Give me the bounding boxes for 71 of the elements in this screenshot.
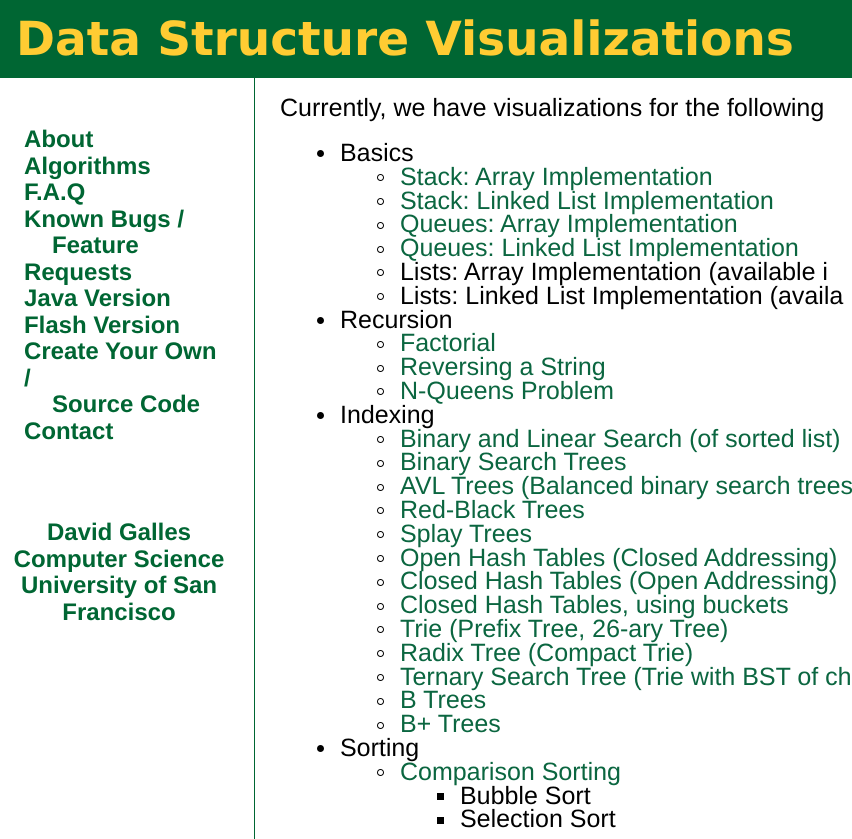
- visualization-link[interactable]: B Trees: [400, 689, 486, 714]
- circle-bullet-icon: [377, 222, 384, 229]
- university-text: University of San Francisco: [20, 573, 218, 626]
- visualization-link[interactable]: Open Hash Tables (Closed Addressing): [400, 546, 838, 570]
- circle-bullet-icon: [377, 674, 384, 681]
- intro-text: Currently, we have visualizations for the following: [280, 94, 826, 122]
- nav-link[interactable]: Java Version: [24, 286, 171, 312]
- visualization-link[interactable]: Ternary Search Tree (Trie with BST of chi: [400, 666, 852, 690]
- circle-bullet-icon: [377, 174, 384, 182]
- square-bullet-icon: [437, 792, 444, 800]
- nav-link[interactable]: Contact: [24, 418, 114, 445]
- nav-link[interactable]: Algorithms: [24, 154, 151, 180]
- list-item-text: Lists: Linked List Implementation (availa: [400, 284, 844, 309]
- visualization-link[interactable]: Radix Tree (Compact Trie): [400, 642, 694, 666]
- list-item-text: Bubble Sort: [460, 784, 591, 808]
- page-title: Data Structure Visualizations: [16, 16, 794, 62]
- visualization-link[interactable]: Stack: Linked List Implementation: [400, 190, 774, 214]
- nav-link[interactable]: Create Your Own / Source Code: [24, 339, 225, 418]
- nav-link[interactable]: Known Bugs / Feature Requests: [24, 206, 225, 286]
- circle-bullet-icon: [377, 388, 384, 396]
- circle-bullet-icon: [377, 364, 384, 372]
- disc-bullet-icon: [317, 412, 324, 420]
- visualization-link[interactable]: Factorial: [400, 332, 496, 356]
- circle-bullet-icon: [377, 650, 384, 658]
- square-bullet-icon: [437, 816, 444, 824]
- circle-bullet-icon: [377, 507, 384, 514]
- visualization-link[interactable]: Binary Search Trees: [400, 451, 626, 476]
- category-label: Basics: [340, 142, 414, 166]
- circle-bullet-icon: [377, 698, 384, 705]
- circle-bullet-icon: [377, 722, 384, 729]
- category-label: Indexing: [340, 404, 435, 428]
- visualization-link[interactable]: Trie (Prefix Tree, 26-ary Tree): [400, 618, 728, 642]
- circle-bullet-icon: [377, 554, 384, 562]
- circle-bullet-icon: [377, 246, 384, 253]
- visualization-link[interactable]: Queues: Array Implementation: [400, 213, 738, 238]
- circle-bullet-icon: [377, 460, 384, 467]
- circle-bullet-icon: [377, 198, 384, 205]
- circle-bullet-icon: [377, 769, 384, 776]
- circle-bullet-icon: [377, 436, 384, 443]
- visualization-link[interactable]: B+ Trees: [400, 713, 501, 737]
- list-item-text: Selection Sort: [460, 808, 616, 832]
- nav-link[interactable]: About: [24, 127, 94, 154]
- category-label: Recursion: [340, 308, 453, 332]
- visualization-link[interactable]: Splay Trees: [400, 522, 532, 547]
- nav-link[interactable]: F.A.Q: [24, 180, 86, 206]
- disc-bullet-icon: [317, 316, 324, 324]
- list-item-text: Lists: Array Implementation (available i: [400, 260, 828, 285]
- circle-bullet-icon: [377, 484, 384, 491]
- author-name: David Galles: [46, 520, 192, 546]
- circle-bullet-icon: [377, 602, 384, 610]
- circle-bullet-icon: [377, 626, 384, 634]
- visualization-link[interactable]: Reversing a String: [400, 356, 606, 380]
- visualization-link[interactable]: Closed Hash Tables (Open Addressing): [400, 570, 838, 594]
- visualization-link[interactable]: Closed Hash Tables, using buckets: [400, 594, 789, 618]
- visualization-link[interactable]: Red-Black Trees: [400, 498, 585, 523]
- disc-bullet-icon: [317, 745, 324, 752]
- visualization-link[interactable]: Stack: Array Implementation: [400, 166, 713, 190]
- visualization-link[interactable]: N-Queens Problem: [400, 380, 614, 404]
- visualization-link[interactable]: Queues: Linked List Implementation: [400, 237, 799, 261]
- circle-bullet-icon: [377, 340, 384, 348]
- disc-bullet-icon: [317, 150, 324, 158]
- nav-link[interactable]: Flash Version: [24, 312, 180, 339]
- circle-bullet-icon: [377, 578, 384, 586]
- visualization-link[interactable]: Comparison Sorting: [400, 760, 621, 785]
- visualization-link[interactable]: Binary and Linear Search (of sorted list): [400, 428, 840, 452]
- circle-bullet-icon: [377, 531, 384, 538]
- circle-bullet-icon: [377, 293, 384, 300]
- department-text: Computer Science: [14, 546, 224, 573]
- visualization-link[interactable]: AVL Trees (Balanced binary search trees: [400, 475, 852, 499]
- circle-bullet-icon: [377, 269, 384, 276]
- category-label: Sorting: [340, 736, 420, 761]
